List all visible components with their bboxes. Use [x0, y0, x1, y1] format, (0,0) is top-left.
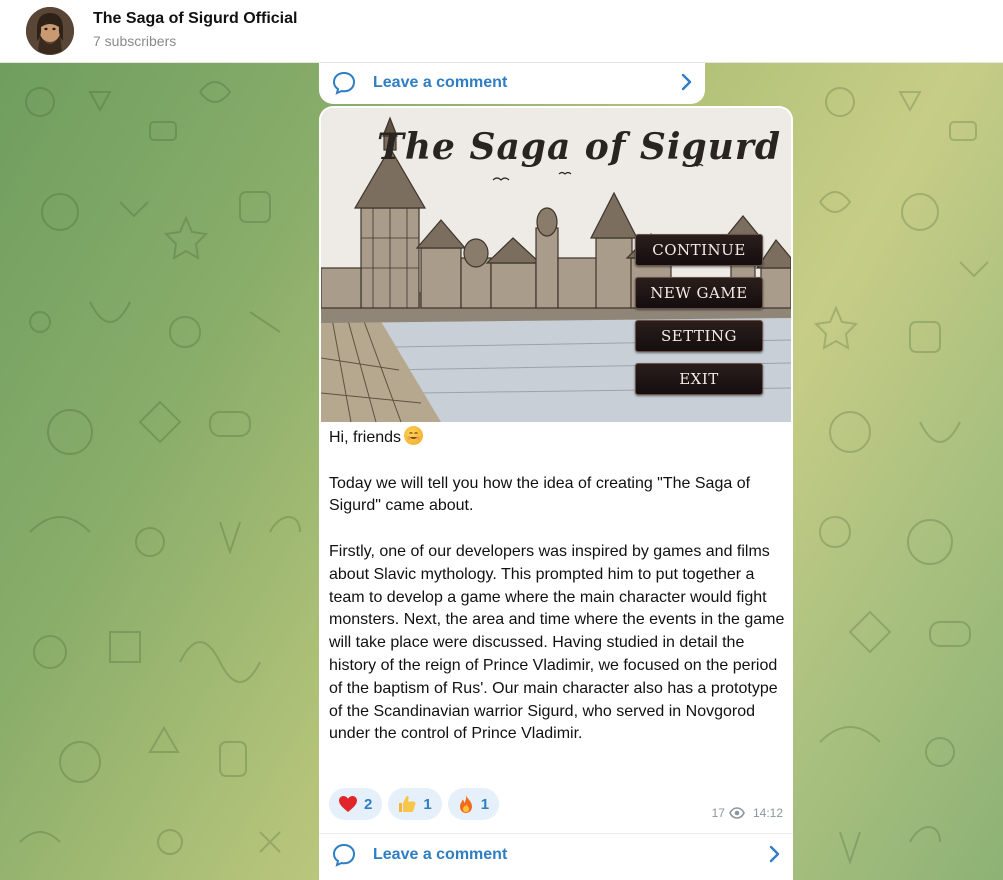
reactions-bar: 2 1 1 — [329, 788, 500, 820]
heart-icon — [339, 796, 357, 812]
menu-exit-button: EXIT — [635, 363, 763, 395]
chevron-right-icon — [769, 845, 780, 863]
channel-name[interactable]: The Saga of Sigurd Official — [93, 10, 297, 28]
reaction-count: 1 — [423, 795, 432, 813]
leave-comment-button[interactable]: Leave a comment — [319, 62, 705, 104]
comment-bubble-icon — [332, 843, 356, 867]
game-title: The Saga of Sigurd — [377, 126, 781, 168]
post-time: 14:12 — [752, 806, 783, 820]
menu-setting-button: SETTING — [635, 320, 763, 352]
channel-post: The Saga of Sigurd CONTINUE NEW GAME SET… — [319, 106, 793, 880]
reaction-thumbs-up[interactable]: 1 — [388, 788, 442, 820]
leave-comment-label: Leave a comment — [373, 74, 508, 91]
fire-icon — [459, 795, 472, 813]
post-paragraph: Today we will tell you how the idea of c… — [329, 474, 751, 515]
chevron-right-icon — [681, 73, 692, 91]
reaction-heart[interactable]: 2 — [329, 788, 383, 820]
warrior-portrait-icon — [26, 7, 74, 55]
subscriber-count: 7 subscribers — [93, 33, 177, 49]
menu-new-game-button: NEW GAME — [635, 277, 763, 309]
reaction-fire[interactable]: 1 — [447, 788, 500, 820]
chat-header: The Saga of Sigurd Official 7 subscriber… — [0, 0, 1003, 63]
reaction-count: 1 — [480, 795, 490, 813]
channel-avatar[interactable] — [26, 7, 74, 55]
game-menu-screenshot[interactable]: The Saga of Sigurd CONTINUE NEW GAME SET… — [321, 108, 791, 422]
view-count: 17 — [711, 806, 725, 820]
leave-comment-button[interactable]: Leave a comment — [319, 834, 793, 876]
greeting-text: Hi, friends — [329, 429, 402, 446]
reaction-count: 2 — [364, 795, 373, 813]
menu-continue-button: CONTINUE — [635, 234, 763, 266]
leave-comment-label: Leave a comment — [373, 846, 508, 863]
post-greeting: Hi, friends — [329, 426, 789, 450]
thumbs-up-icon — [399, 796, 416, 812]
post-text: Hi, friends Today we will tell you how t… — [329, 426, 789, 769]
smiling-face-icon — [404, 426, 424, 445]
post-meta: 17 14:12 — [712, 806, 783, 820]
comment-bubble-icon — [332, 71, 356, 95]
post-paragraph: Firstly, one of our developers was inspi… — [329, 542, 785, 743]
previous-post-bubble: Leave a comment — [319, 62, 705, 104]
eye-icon — [729, 807, 745, 819]
